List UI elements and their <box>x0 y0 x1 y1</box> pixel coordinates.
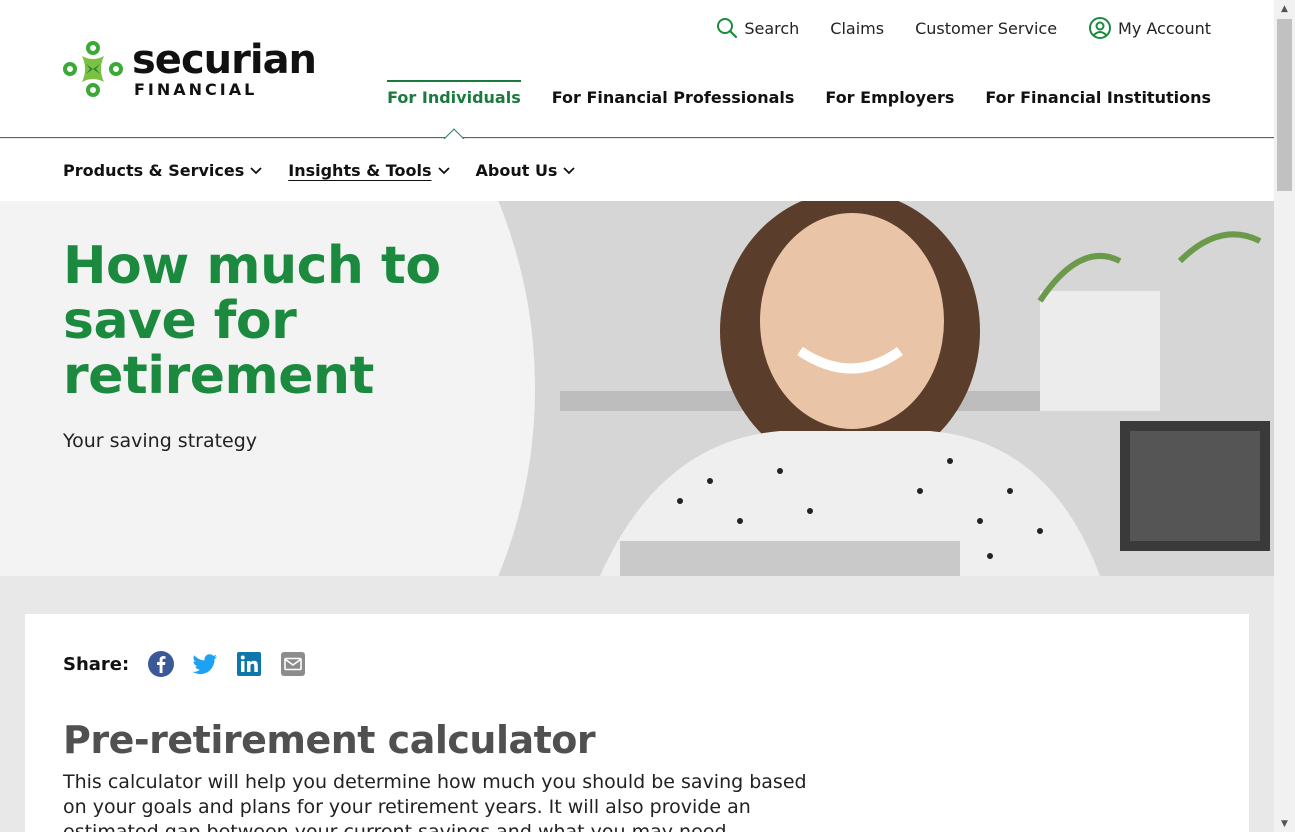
page-title: How much to save for retirement <box>63 236 441 406</box>
customer-service-link[interactable]: Customer Service <box>915 19 1057 38</box>
calculator-title: Pre-retirement calculator <box>63 718 596 762</box>
secondary-nav: Products & Services Insights & Tools Abo… <box>0 139 1274 201</box>
scrollbar-thumb[interactable] <box>1277 19 1292 191</box>
scroll-up-arrow-icon[interactable]: ▲ <box>1274 0 1295 17</box>
logo-subtext: FINANCIAL <box>134 80 258 99</box>
scroll-down-arrow-icon[interactable]: ▼ <box>1274 815 1295 832</box>
menu-insights-tools[interactable]: Insights & Tools <box>288 161 450 180</box>
twitter-icon[interactable] <box>191 650 219 678</box>
my-account-label: My Account <box>1118 18 1211 38</box>
utility-nav: Search Claims Customer Service My Accoun… <box>716 16 1211 40</box>
securian-logo[interactable]: securian FINANCIAL <box>62 37 317 99</box>
customer-service-label: Customer Service <box>915 18 1058 38</box>
hero-photo <box>480 201 1274 576</box>
tab-for-financial-professionals[interactable]: For Financial Professionals <box>552 80 795 138</box>
audience-nav: For Individuals For Financial Profession… <box>387 80 1211 138</box>
tab-for-financial-institutions[interactable]: For Financial Institutions <box>985 80 1211 138</box>
chevron-down-icon <box>250 166 262 174</box>
logo-wordmark: securian <box>132 37 317 83</box>
calculator-description: This calculator will help you determine … <box>63 771 807 832</box>
menu-about-us-label: About Us <box>475 161 558 180</box>
claims-label: Claims <box>830 18 885 38</box>
facebook-icon[interactable] <box>147 650 175 678</box>
hero-banner: How much to save for retirement Your sav… <box>0 201 1274 576</box>
menu-about-us[interactable]: About Us <box>476 161 576 180</box>
menu-insights-tools-label: Insights & Tools <box>288 161 432 180</box>
user-icon <box>1089 17 1112 39</box>
search-label: Search <box>744 18 800 38</box>
menu-products-services[interactable]: Products & Services <box>63 161 262 180</box>
claims-link[interactable]: Claims <box>830 19 884 38</box>
tab-for-individuals[interactable]: For Individuals <box>387 80 521 138</box>
email-icon[interactable] <box>279 650 307 678</box>
tab-for-employers[interactable]: For Employers <box>825 80 954 138</box>
search-link[interactable]: Search <box>716 17 799 39</box>
page-subtitle: Your saving strategy <box>63 430 258 452</box>
logo-mark-icon <box>63 41 123 97</box>
chevron-down-icon <box>563 166 576 174</box>
share-label: Share: <box>63 653 130 675</box>
chevron-down-icon <box>437 166 450 174</box>
content-card: Share: Pre-retirement calculator This ca… <box>25 614 1249 832</box>
page-scrollbar[interactable]: ▲ ▼ <box>1274 0 1295 832</box>
share-bar: Share: <box>63 650 307 678</box>
linkedin-icon[interactable] <box>235 650 263 678</box>
site-header: securian FINANCIAL Search Claims Custome… <box>0 0 1274 138</box>
menu-products-services-label: Products & Services <box>63 161 245 180</box>
search-icon <box>717 18 738 39</box>
my-account-link[interactable]: My Account <box>1088 16 1211 40</box>
